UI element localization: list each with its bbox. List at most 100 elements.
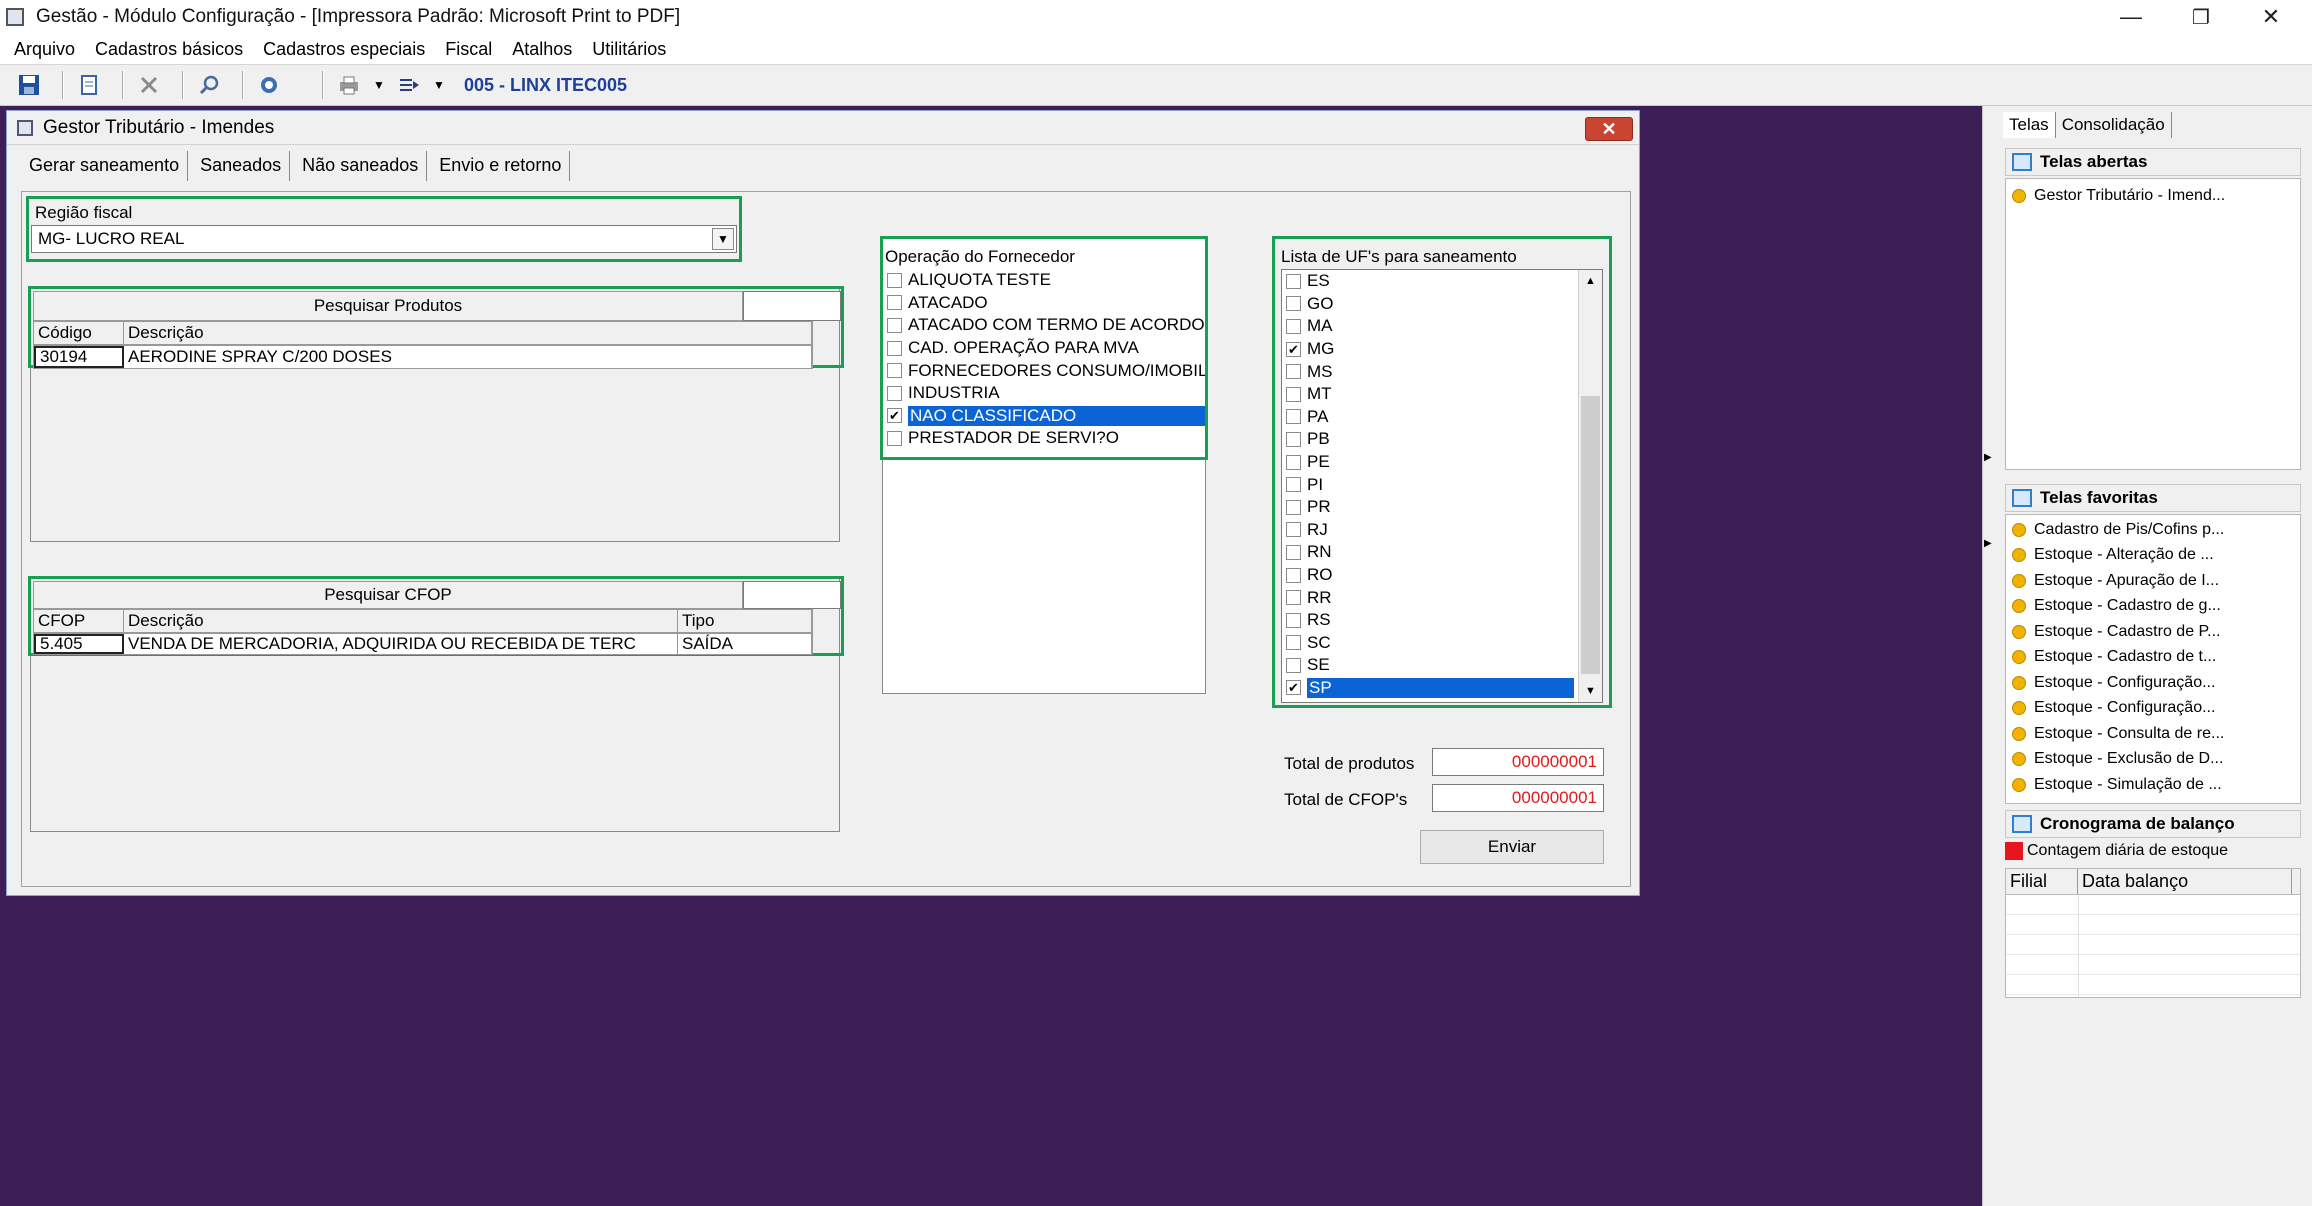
scroll-up-icon[interactable]: ▲ bbox=[1579, 270, 1602, 292]
scroll-down-icon[interactable]: ▼ bbox=[1579, 680, 1602, 702]
list-item[interactable]: Estoque - Simulação de ... bbox=[2006, 772, 2300, 798]
export-dropdown-icon[interactable]: ▼ bbox=[432, 70, 446, 100]
settings-icon[interactable] bbox=[254, 70, 284, 100]
col-descricao[interactable]: Descrição bbox=[124, 322, 812, 344]
minimize-button[interactable]: — bbox=[2096, 0, 2166, 34]
menu-fiscal[interactable]: Fiscal bbox=[445, 39, 492, 60]
checkbox[interactable]: ✔ bbox=[1286, 341, 1301, 357]
list-item[interactable]: PB bbox=[1282, 428, 1574, 451]
list-item[interactable]: Estoque - Apuração de I... bbox=[2006, 568, 2300, 594]
list-item[interactable]: Estoque - Cadastro de P... bbox=[2006, 619, 2300, 645]
checkbox[interactable] bbox=[1286, 612, 1301, 628]
checkbox[interactable] bbox=[1286, 454, 1301, 470]
list-item[interactable]: SC bbox=[1282, 632, 1574, 655]
list-item[interactable]: SE bbox=[1282, 654, 1574, 677]
list-item[interactable]: Estoque - Configuração... bbox=[2006, 670, 2300, 696]
list-item[interactable]: PR bbox=[1282, 496, 1574, 519]
save-icon[interactable] bbox=[14, 70, 44, 100]
checkbox[interactable] bbox=[1286, 318, 1301, 334]
checkbox[interactable] bbox=[1286, 364, 1301, 380]
checkbox[interactable] bbox=[887, 363, 902, 379]
checkbox[interactable] bbox=[887, 340, 902, 356]
checkbox[interactable] bbox=[1286, 296, 1301, 312]
col-filial[interactable]: Filial bbox=[2006, 869, 2078, 894]
regiao-fiscal-select[interactable]: MG- LUCRO REAL ▼ bbox=[31, 225, 737, 253]
table-row[interactable]: 5.405 VENDA DE MERCADORIA, ADQUIRIDA OU … bbox=[33, 633, 813, 655]
print-dropdown-icon[interactable]: ▼ bbox=[372, 70, 386, 100]
produto-codigo[interactable]: 30194 bbox=[34, 346, 124, 368]
uf-scrollbar[interactable]: ▲ ▼ bbox=[1578, 270, 1602, 702]
list-item[interactable]: GO bbox=[1282, 293, 1574, 316]
list-item[interactable]: MA bbox=[1282, 315, 1574, 338]
checkbox[interactable] bbox=[887, 272, 902, 288]
checkbox[interactable] bbox=[1286, 273, 1301, 289]
total-cfops-field[interactable]: 000000001 bbox=[1432, 784, 1604, 812]
list-item[interactable]: RR bbox=[1282, 586, 1574, 609]
list-item[interactable]: RJ bbox=[1282, 519, 1574, 542]
col-cfop[interactable]: CFOP bbox=[34, 610, 124, 632]
cfop-descricao[interactable]: VENDA DE MERCADORIA, ADQUIRIDA OU RECEBI… bbox=[124, 634, 678, 654]
chevron-down-icon[interactable]: ▼ bbox=[712, 228, 734, 250]
tab-consolidacao[interactable]: Consolidação bbox=[2056, 112, 2172, 138]
menu-cadastros-especiais[interactable]: Cadastros especiais bbox=[263, 39, 425, 60]
splitter-arrow-icon[interactable]: ▶ bbox=[1984, 452, 1992, 463]
list-item[interactable]: ✔ MG bbox=[1282, 338, 1574, 361]
search-icon[interactable] bbox=[194, 70, 224, 100]
list-item[interactable]: Estoque - Exclusão de D... bbox=[2006, 747, 2300, 773]
checkbox[interactable] bbox=[887, 317, 902, 333]
checkbox[interactable] bbox=[887, 295, 902, 311]
col-codigo[interactable]: Código bbox=[34, 322, 124, 344]
checkbox[interactable] bbox=[1286, 635, 1301, 651]
tab-envio-retorno[interactable]: Envio e retorno bbox=[431, 151, 571, 181]
list-item[interactable]: CAD. OPERAÇÃO PARA MVA bbox=[883, 337, 1205, 360]
checkbox[interactable]: ✔ bbox=[1286, 680, 1301, 696]
list-item[interactable]: Estoque - Cadastro de t... bbox=[2006, 645, 2300, 671]
checkbox[interactable] bbox=[1286, 567, 1301, 583]
list-item[interactable]: ✔ SP bbox=[1282, 677, 1574, 700]
scroll-thumb[interactable] bbox=[1581, 396, 1600, 674]
list-item[interactable]: MT bbox=[1282, 383, 1574, 406]
table-row[interactable]: 30194 AERODINE SPRAY C/200 DOSES bbox=[33, 345, 813, 369]
checkbox[interactable] bbox=[1286, 477, 1301, 493]
produto-descricao[interactable]: AERODINE SPRAY C/200 DOSES bbox=[124, 346, 812, 368]
list-item[interactable]: Cadastro de Pis/Cofins p... bbox=[2006, 517, 2300, 543]
menu-arquivo[interactable]: Arquivo bbox=[14, 39, 75, 60]
list-item[interactable]: Estoque - Consulta de re... bbox=[2006, 721, 2300, 747]
list-item[interactable]: ✔ NAO CLASSIFICADO bbox=[883, 405, 1205, 428]
checkbox[interactable] bbox=[887, 385, 902, 401]
cfop-tipo[interactable]: SAÍDA bbox=[678, 634, 812, 654]
child-close-button[interactable]: ✕ bbox=[1585, 117, 1633, 141]
list-item[interactable]: PRESTADOR DE SERVI?O bbox=[883, 427, 1205, 450]
checkbox[interactable] bbox=[1286, 590, 1301, 606]
tab-gerar-saneamento[interactable]: Gerar saneamento bbox=[21, 151, 189, 181]
list-item[interactable]: MS bbox=[1282, 360, 1574, 383]
checkbox[interactable] bbox=[1286, 544, 1301, 560]
total-produtos-field[interactable]: 000000001 bbox=[1432, 748, 1604, 776]
checkbox[interactable] bbox=[1286, 409, 1301, 425]
list-item[interactable]: Estoque - Configuração... bbox=[2006, 696, 2300, 722]
delete-icon[interactable] bbox=[134, 70, 164, 100]
checkbox[interactable] bbox=[1286, 522, 1301, 538]
checkbox[interactable] bbox=[887, 430, 902, 446]
splitter-arrow-icon[interactable]: ▶ bbox=[1984, 538, 1992, 549]
menu-utilitarios[interactable]: Utilitários bbox=[592, 39, 666, 60]
list-item[interactable]: Gestor Tributário - Imend... bbox=[2006, 183, 2300, 209]
list-item[interactable]: ATACADO COM TERMO DE ACORDO bbox=[883, 314, 1205, 337]
cfop-code[interactable]: 5.405 bbox=[34, 634, 124, 654]
export-icon[interactable] bbox=[394, 70, 424, 100]
checkbox[interactable] bbox=[1286, 431, 1301, 447]
list-item[interactable]: ES bbox=[1282, 270, 1574, 293]
menu-atalhos[interactable]: Atalhos bbox=[512, 39, 572, 60]
list-item[interactable]: PE bbox=[1282, 451, 1574, 474]
restore-button[interactable]: ❐ bbox=[2166, 0, 2236, 34]
list-item[interactable]: INDUSTRIA bbox=[883, 382, 1205, 405]
tab-telas[interactable]: Telas bbox=[2003, 112, 2056, 138]
list-item[interactable]: RS bbox=[1282, 609, 1574, 632]
list-item[interactable]: Estoque - Alteração de ... bbox=[2006, 543, 2300, 569]
produtos-search-button[interactable]: Pesquisar Produtos bbox=[33, 291, 743, 321]
tab-saneados[interactable]: Saneados bbox=[192, 151, 291, 181]
col-cfop-descricao[interactable]: Descrição bbox=[124, 610, 678, 632]
enviar-button[interactable]: Enviar bbox=[1420, 830, 1604, 864]
close-button[interactable]: ✕ bbox=[2236, 0, 2306, 34]
list-item[interactable]: Estoque - Cadastro de g... bbox=[2006, 594, 2300, 620]
